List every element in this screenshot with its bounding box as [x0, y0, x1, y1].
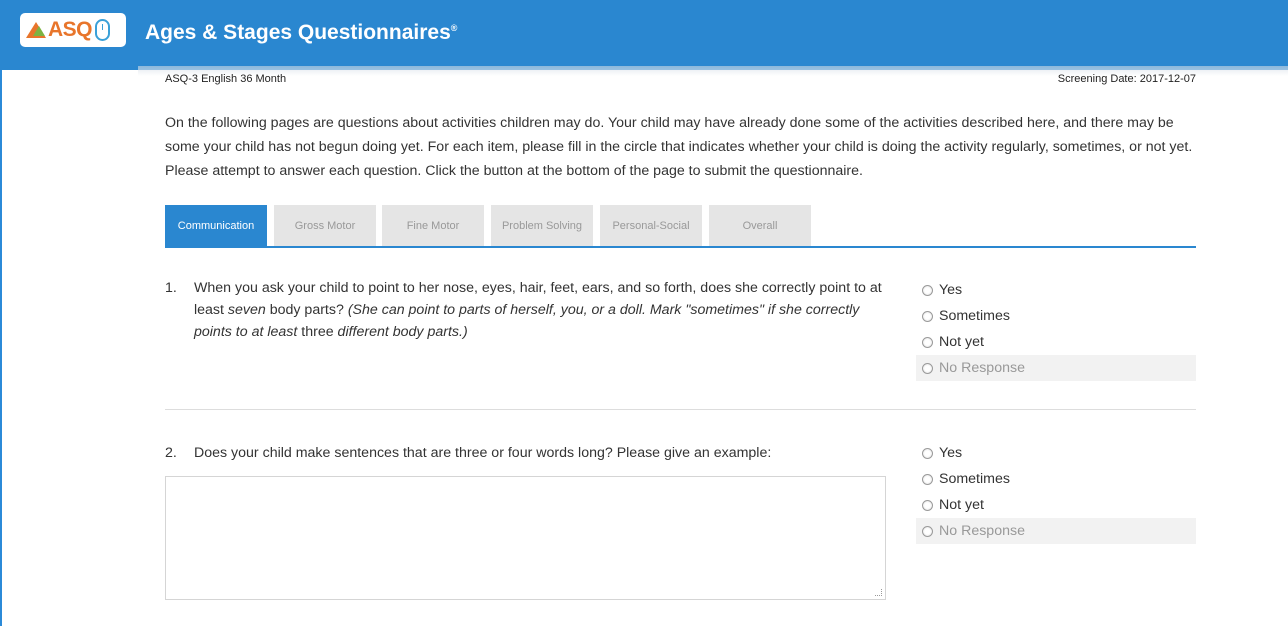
example-textarea[interactable] — [165, 476, 886, 600]
registered-mark: ® — [450, 23, 458, 33]
question-text: When you ask your child to point to her … — [194, 280, 882, 340]
tab-communication[interactable]: Communication — [165, 205, 267, 246]
form-name: ASQ-3 English 36 Month — [165, 73, 287, 85]
question-divider — [165, 409, 1196, 410]
option-sometimes[interactable]: Sometimes — [916, 466, 1196, 492]
question-2: 2. Does your child make sentences that a… — [165, 442, 885, 466]
people-icon — [26, 22, 46, 38]
option-not-yet[interactable]: Not yet — [916, 329, 1196, 355]
radio-icon[interactable] — [922, 310, 933, 322]
instructions-text: On the following pages are questions abo… — [165, 115, 1193, 179]
question-2-options: Yes Sometimes Not yet No Response — [916, 440, 1196, 544]
tab-overall[interactable]: Overall — [709, 205, 811, 246]
radio-icon[interactable] — [922, 336, 933, 348]
radio-icon[interactable] — [922, 362, 933, 374]
tab-personal-social[interactable]: Personal-Social — [600, 205, 702, 246]
option-no-response[interactable]: No Response — [916, 355, 1196, 381]
option-yes[interactable]: Yes — [916, 440, 1196, 466]
option-not-yet[interactable]: Not yet — [916, 492, 1196, 518]
logo-text: ASQ — [48, 18, 93, 41]
question-1: 1. When you ask your child to point to h… — [165, 277, 885, 347]
radio-icon[interactable] — [922, 447, 933, 459]
question-1-options: Yes Sometimes Not yet No Response — [916, 277, 1196, 381]
window-border — [0, 0, 2, 626]
option-yes[interactable]: Yes — [916, 277, 1196, 303]
tab-fine-motor[interactable]: Fine Motor — [382, 205, 484, 246]
question-number: 2. — [165, 445, 177, 461]
screening-date: Screening Date: 2017-12-07 — [1057, 73, 1196, 85]
asq-logo[interactable]: ASQ — [20, 13, 126, 47]
option-sometimes[interactable]: Sometimes — [916, 303, 1196, 329]
question-number: 1. — [165, 280, 177, 296]
tab-problem-solving[interactable]: Problem Solving — [491, 205, 593, 246]
mouse-icon — [95, 19, 111, 41]
app-header: ASQ Ages & Stages Questionnaires® — [0, 0, 1288, 70]
question-text: Does your child make sentences that are … — [194, 445, 772, 461]
resize-handle-icon[interactable] — [875, 589, 882, 596]
tab-gross-motor[interactable]: Gross Motor — [274, 205, 376, 246]
radio-icon[interactable] — [922, 284, 933, 296]
domain-tabs: Communication Gross Motor Fine Motor Pro… — [165, 205, 1196, 248]
radio-icon[interactable] — [922, 499, 933, 511]
radio-icon[interactable] — [922, 525, 933, 537]
radio-icon[interactable] — [922, 473, 933, 485]
option-no-response[interactable]: No Response — [916, 518, 1196, 544]
app-title: Ages & Stages Questionnaires® — [145, 21, 458, 44]
